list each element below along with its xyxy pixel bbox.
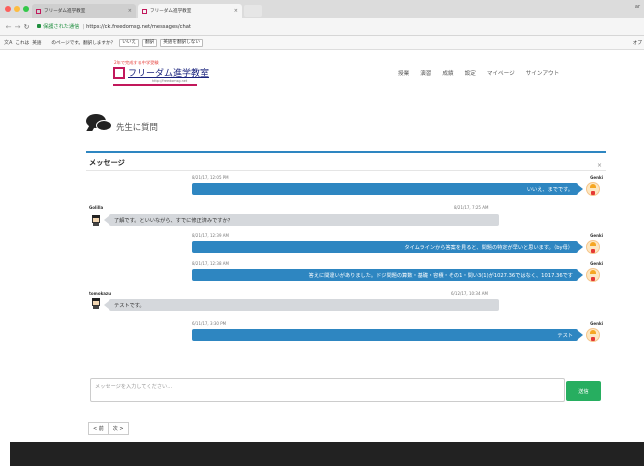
close-icon[interactable]: × (597, 162, 602, 169)
bubble-pointer (578, 331, 583, 339)
language-select[interactable]: 英語 (32, 40, 41, 46)
favicon-icon (142, 8, 147, 14)
panel-title: メッセージ (89, 158, 125, 167)
tab-close-icon[interactable]: × (128, 8, 132, 14)
bubble-pointer (578, 271, 583, 279)
url-field[interactable]: https://ck.freedomsg.net/messages/chat (86, 24, 191, 30)
logo-mark-icon[interactable] (113, 67, 125, 79)
page: 2年で完成する中学受験 フリーダム進学教室 http://freedomsg.n… (0, 51, 644, 466)
message-sender: Golilla (89, 205, 104, 210)
browser-tab-bar: フリーダム進学教室 × フリーダム進学教室 × ar (0, 0, 644, 18)
message-bubble: 答えに間違いがありました。ドジ問題の算数・基礎・容積・その1・問い3(1)が10… (192, 269, 578, 281)
bubble-pointer (578, 185, 583, 193)
reload-icon[interactable]: ↻ (22, 23, 31, 31)
message-time: 8/21/17, 7:25 AM (454, 205, 489, 210)
message-composer (90, 378, 565, 402)
avatar (586, 328, 600, 342)
translate-bar: 文A これは 英語 のページです。翻訳しますか？ いいえ 翻訳 英語を翻訳しない… (0, 36, 644, 50)
secure-indicator[interactable]: 保護された通信 (37, 23, 79, 30)
nav-signout[interactable]: サインアウト (526, 69, 560, 77)
minimize-window-icon[interactable] (14, 6, 20, 12)
browser-tab-1[interactable]: フリーダム進学教室 × (32, 4, 136, 18)
message-item: 6/11/17, 3:30 PM Genki テスト (86, 321, 606, 349)
message-text: いいえ、までです。 (526, 186, 573, 193)
avatar (90, 214, 102, 226)
message-sender: Genki (590, 233, 603, 238)
message-text: 了解です。といいながら、すでに修正済みですか？ (114, 217, 233, 224)
avatar (586, 240, 600, 254)
tab-close-icon[interactable]: × (234, 8, 238, 14)
new-tab-button[interactable] (244, 5, 262, 17)
translate-button[interactable]: 翻訳 (141, 38, 158, 47)
message-text: テストです。 (114, 302, 145, 309)
message-bubble: テストです。 (109, 299, 499, 311)
tab-label: フリーダム進学教室 (44, 9, 86, 14)
nav-exercises[interactable]: 演習 (420, 69, 431, 77)
bubble-pointer (578, 243, 583, 251)
next-page-button[interactable]: 次 > (108, 422, 129, 435)
close-window-icon[interactable] (5, 6, 11, 12)
message-time: 8/21/17, 12:05 PM (192, 175, 229, 180)
nav-lessons[interactable]: 授業 (398, 69, 409, 77)
nav-settings[interactable]: 設定 (465, 69, 476, 77)
translate-icon: 文A (4, 40, 13, 46)
send-button[interactable]: 送信 (566, 381, 601, 401)
logo-underline (113, 84, 197, 86)
message-item: tomokazu 6/12/17, 10:34 AM テストです。 (86, 291, 606, 317)
message-time: 6/11/17, 3:30 PM (192, 321, 227, 326)
message-item: 8/21/17, 12:38 AM Genki 答えに間違いがありました。ドジ問… (86, 261, 606, 289)
site-header: 2年で完成する中学受験 フリーダム進学教室 http://freedomsg.n… (0, 51, 644, 99)
message-panel: メッセージ × 8/21/17, 12:05 PM Genki いいえ、までです… (86, 151, 606, 401)
message-input[interactable] (91, 379, 564, 401)
question-heading: 先生に質問 (86, 114, 158, 134)
prev-page-button[interactable]: < 前 (88, 422, 109, 435)
avatar (586, 268, 600, 282)
secure-label: 保護された通信 (43, 24, 80, 30)
nav-mypage[interactable]: マイページ (487, 69, 515, 77)
translate-no-button[interactable]: いいえ (119, 38, 139, 47)
browser-tab-2[interactable]: フリーダム進学教室 × (138, 4, 242, 18)
logo-title[interactable]: フリーダム進学教室 (128, 66, 209, 79)
message-bubble: タイムラインから答案を見ると、問題の特定が早いと思います。（by母） (192, 241, 578, 253)
back-icon[interactable]: ← (4, 23, 13, 31)
message-item: Golilla 8/21/17, 7:25 AM 了解です。といいながら、すでに… (86, 205, 606, 231)
message-text: 答えに間違いがありました。ドジ問題の算数・基礎・容積・その1・問い3(1)が10… (308, 272, 573, 279)
address-bar: ← → ↻ 保護された通信 | https://ck.freedomsg.net… (0, 18, 644, 36)
site-footer (10, 442, 644, 466)
chat-bubbles-icon (86, 114, 114, 134)
profile-button[interactable]: ar (635, 4, 640, 10)
message-item: 8/21/17, 12:05 PM Genki いいえ、までです。 (86, 175, 606, 205)
maximize-window-icon[interactable] (23, 6, 29, 12)
logo-url: http://freedomsg.net (152, 79, 188, 83)
message-bubble: テスト (192, 329, 578, 341)
favicon-icon (36, 8, 41, 14)
message-sender: Genki (590, 175, 603, 180)
translate-options-button[interactable]: オプ (633, 40, 642, 46)
message-bubble: 了解です。といいながら、すでに修正済みですか？ (109, 214, 499, 226)
pagination: < 前 次 > (88, 422, 129, 435)
panel-header: メッセージ × (86, 153, 606, 171)
message-time: 8/21/17, 12:38 AM (192, 261, 229, 266)
never-translate-button[interactable]: 英語を翻訳しない (160, 38, 203, 47)
forward-icon[interactable]: → (13, 23, 22, 31)
main-nav: 授業 演習 成績 設定 マイページ サインアウト (398, 69, 570, 77)
avatar (90, 297, 102, 309)
message-text: タイムラインから答案を見ると、問題の特定が早いと思います。（by母） (404, 244, 573, 251)
lock-icon (37, 24, 41, 28)
message-time: 8/21/17, 12:39 AM (192, 233, 229, 238)
page-title: 先生に質問 (116, 122, 158, 132)
message-bubble: いいえ、までです。 (192, 183, 578, 195)
translate-question: のページです。翻訳しますか？ (51, 40, 116, 46)
message-sender: tomokazu (89, 291, 112, 296)
message-item: 8/21/17, 12:39 AM Genki タイムラインから答案を見ると、問… (86, 233, 606, 261)
avatar (586, 182, 600, 196)
nav-grades[interactable]: 成績 (442, 69, 453, 77)
tab-label: フリーダム進学教室 (150, 9, 192, 14)
translate-lead: これは (15, 40, 30, 46)
message-sender: Genki (590, 261, 603, 266)
message-sender: Genki (590, 321, 603, 326)
address-separator: | (82, 23, 85, 30)
message-time: 6/12/17, 10:34 AM (451, 291, 488, 296)
message-text: テスト (557, 332, 573, 339)
